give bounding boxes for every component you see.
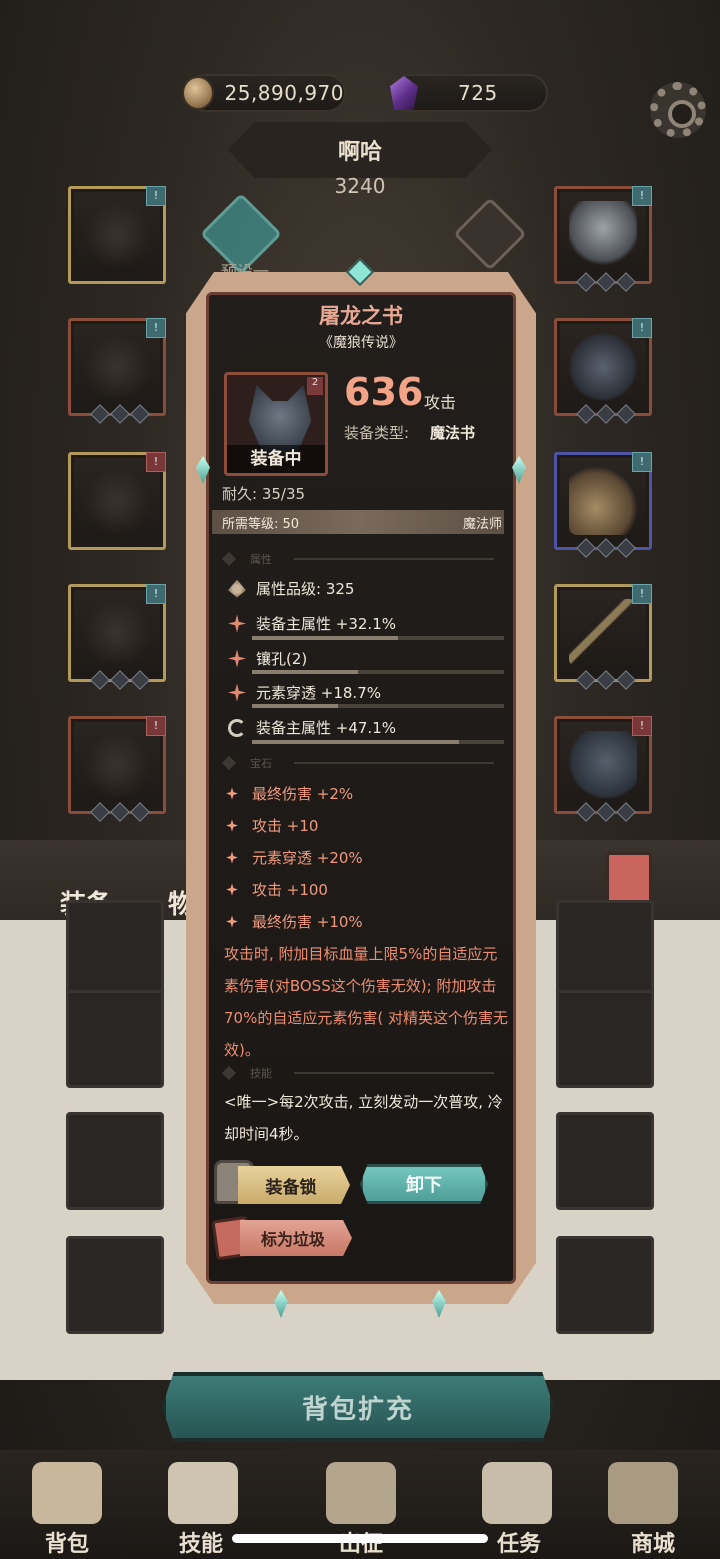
attribute-row: 元素穿透 +18.7% (228, 682, 381, 703)
attribute-bar (252, 704, 504, 708)
equip-slot-right-bow[interactable]: ! (554, 584, 652, 690)
coin-counter: 25,890,970 (182, 74, 346, 112)
bag-cell[interactable] (556, 900, 654, 998)
bag-expand-button[interactable]: 背包扩充 (162, 1372, 554, 1442)
backpack-icon[interactable] (32, 1462, 102, 1524)
cycle-icon (228, 718, 246, 737)
lock-button[interactable]: 装备锁 (238, 1166, 350, 1204)
attribute-row: 属性品级: 325 (228, 578, 354, 599)
nav-quests[interactable]: 任务 (474, 1526, 564, 1558)
home-indicator (232, 1534, 488, 1543)
bag-cell[interactable] (556, 990, 654, 1088)
preset-2-icon[interactable] (453, 197, 527, 271)
gem-description: 攻击时, 附加目标血量上限5%的自适应元素伤害(对BOSS这个伤害无效); 附加… (224, 945, 508, 1059)
type-value: 魔法书 (430, 424, 476, 442)
gem-row: 最终伤害 +10% (226, 911, 363, 932)
attack-unit: 攻击 (424, 393, 457, 412)
attribute-bar (252, 636, 504, 640)
bag-cell[interactable] (556, 1236, 654, 1334)
nav-shop[interactable]: 商城 (608, 1526, 698, 1558)
equip-slot-right-scroll[interactable]: ! (554, 452, 652, 558)
section-skill: 技能 (250, 1067, 272, 1080)
quest-scroll-icon[interactable] (482, 1462, 552, 1524)
attack-value: 636 (344, 370, 424, 414)
bag-cell[interactable] (556, 1112, 654, 1210)
sword-icon[interactable] (326, 1462, 396, 1524)
gem-row: 最终伤害 +2% (226, 783, 353, 804)
hero-name: 啊哈 (228, 122, 492, 178)
nav-skills[interactable]: 技能 (156, 1526, 246, 1558)
bag-cell[interactable] (66, 1112, 164, 1210)
coin-value: 25,890,970 (224, 81, 344, 105)
star-icon (226, 883, 238, 896)
item-icon: 2 装备中 (224, 372, 328, 476)
skill-book-icon[interactable] (168, 1462, 238, 1524)
attribute-row: 镶孔(2) (228, 648, 307, 669)
nav-backpack[interactable]: 背包 (22, 1526, 112, 1558)
gem-value: 725 (458, 81, 498, 105)
equip-slot-left-1[interactable]: ! (68, 186, 166, 284)
mark-junk-button[interactable]: 标为垃圾 (240, 1220, 352, 1256)
bag-cell[interactable] (66, 900, 164, 998)
gem-row: 元素穿透 +20% (226, 847, 363, 868)
bag-cell[interactable] (66, 990, 164, 1088)
type-label: 装备类型: (344, 424, 410, 442)
item-set: 《魔狼传说》 (319, 335, 403, 351)
attribute-row: 装备主属性 +47.1% (228, 717, 396, 738)
durability: 耐久: 35/35 (222, 485, 306, 503)
item-name: 屠龙之书 (319, 304, 403, 328)
star-icon (226, 851, 238, 864)
equip-slot-left-2[interactable]: ! (68, 318, 166, 424)
equip-slot-right-armor[interactable]: ! (554, 318, 652, 424)
spark-icon (228, 683, 246, 702)
unequip-button[interactable]: 卸下 (360, 1164, 488, 1204)
star-icon (226, 819, 238, 832)
hero-power: 3240 (334, 174, 386, 198)
shop-crown-icon[interactable] (608, 1462, 678, 1524)
equipped-tag: 装备中 (227, 445, 325, 473)
equip-slot-right-helm[interactable]: ! (554, 186, 652, 292)
required-class: 魔法师 (462, 517, 502, 532)
equip-slot-right-wolf[interactable]: ! (554, 716, 652, 822)
equip-slot-left-4[interactable]: ! (68, 584, 166, 690)
attribute-bar (252, 740, 504, 744)
equip-slot-left-5[interactable]: ! (68, 716, 166, 822)
wolf-icon (569, 731, 637, 799)
settings-gear-icon[interactable] (650, 82, 706, 138)
chain-armor-icon (569, 333, 637, 401)
gem-counter: 725 (390, 74, 548, 112)
attribute-bar (252, 670, 504, 674)
required-level: 所需等级: 50 (222, 517, 300, 532)
grade-icon (228, 579, 246, 598)
star-icon (226, 787, 238, 800)
gem-row: 攻击 +10 (226, 815, 318, 836)
star-icon (226, 915, 238, 928)
spark-icon (228, 649, 246, 668)
gem-row: 攻击 +100 (226, 879, 328, 900)
coin-icon (182, 76, 215, 110)
section-attributes: 属性 (250, 553, 272, 566)
bag-cell[interactable] (66, 1236, 164, 1334)
scroll-icon (569, 467, 637, 535)
equip-slot-left-3[interactable]: ! (68, 452, 166, 550)
skill-description: <唯一>每2次攻击, 立刻发动一次普攻, 冷却时间4秒。 (224, 1093, 503, 1143)
attribute-row: 装备主属性 +32.1% (228, 613, 396, 634)
bow-icon (569, 599, 637, 667)
gem-icon (390, 76, 418, 110)
section-gems: 宝石 (250, 757, 272, 770)
helm-icon (569, 201, 637, 269)
spark-icon (228, 614, 246, 633)
